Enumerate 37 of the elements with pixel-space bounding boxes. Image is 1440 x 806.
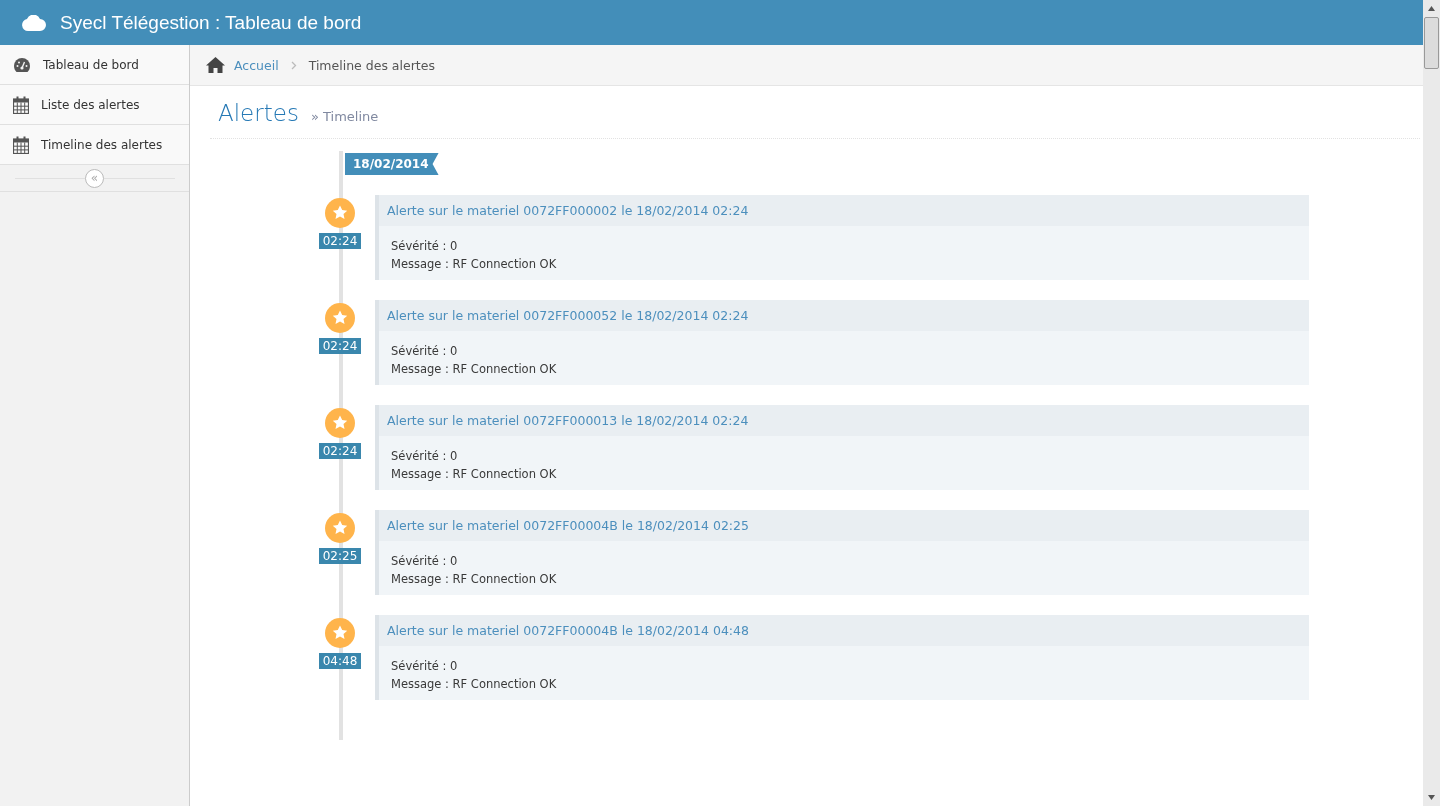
alert-title: Alerte sur le materiel 0072FF00004B le 18/02/2014 04:48 [387,623,749,638]
scrollbar[interactable] [1423,0,1440,806]
alert-message: Message : RF Connection OK [391,362,558,376]
sidebar-item[interactable]: Tableau de bord [0,45,189,85]
calendar-icon [13,95,29,114]
alert-severity: Sévérité : 0 [391,449,459,463]
alert-title: Alerte sur le materiel 0072FF000013 le 18/02/2014 02:24 [387,413,749,428]
breadcrumb-current: Timeline des alertes [308,57,435,73]
home-icon [206,57,225,73]
time-label: 02:24 [318,443,362,459]
alert-severity: Sévérité : 0 [391,659,459,673]
alert-title: Alerte sur le materiel 0072FF00004B le 18/02/2014 02:25 [387,518,749,533]
alert-message: Message : RF Connection OK [391,677,558,691]
scroll-up-icon[interactable] [1428,6,1435,11]
page-subtitle: » Timeline [310,109,379,124]
calendar-icon [13,135,29,154]
alert-severity: Sévérité : 0 [391,554,459,568]
alert-severity: Sévérité : 0 [391,239,459,253]
time-label: 02:24 [318,338,362,354]
time-label: 02:25 [318,548,362,564]
time-label: 04:48 [318,653,362,669]
sidebar-item[interactable]: Timeline des alertes [0,125,189,165]
sidebar-item[interactable]: Liste des alertes [0,85,189,125]
alert-message: Message : RF Connection OK [391,257,558,271]
date-label: 18/02/2014 [345,153,439,175]
scrollbar-thumb[interactable] [1424,17,1439,69]
app-title: Syecl Télégestion : Tableau de bord [60,11,362,34]
alert-title: Alerte sur le materiel 0072FF000002 le 18/02/2014 02:24 [387,203,749,218]
cloud-icon [22,14,46,31]
alert-severity: Sévérité : 0 [391,344,459,358]
scroll-down-icon[interactable] [1428,795,1435,800]
alert-message: Message : RF Connection OK [391,572,558,586]
page-title: Alertes [218,100,299,126]
alert-title: Alerte sur le materiel 0072FF000052 le 18/02/2014 02:24 [387,308,749,323]
time-label: 02:24 [318,233,362,249]
gauge-icon [13,56,31,73]
alert-message: Message : RF Connection OK [391,467,558,481]
